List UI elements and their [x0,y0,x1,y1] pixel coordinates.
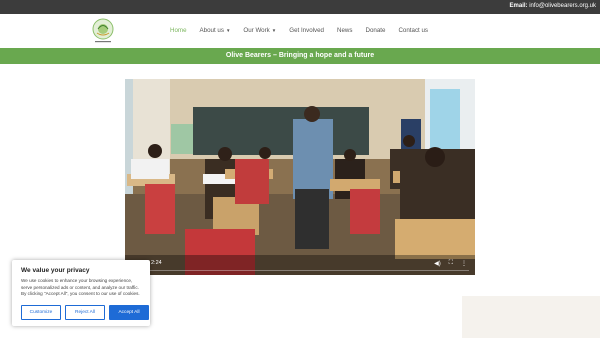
volume-icon[interactable]: ◀) [434,260,441,267]
background-image-fragment [462,296,600,338]
email-label: Email: [509,3,528,9]
nav-our-work[interactable]: Our Work ▼ [243,27,276,34]
nav-label: About us [199,27,224,34]
nav-get-involved[interactable]: Get Involved [289,27,324,34]
nav-about-us[interactable]: About us ▼ [200,27,231,34]
cookie-title: We value your privacy [21,267,90,274]
email-address[interactable]: info@olivebearers.org.uk [529,3,596,9]
nav-label: Contact us [398,27,429,34]
reject-all-button[interactable]: Reject All [65,305,105,320]
nav-home[interactable]: Home [170,27,187,34]
customize-button[interactable]: Customize [21,305,61,320]
banner-title: Olive Bearers – Bringing a hope and a fu… [225,52,375,59]
video-controls: 2:24 ◀) ⛶ ⋮ [125,259,475,275]
nav-label: Donate [365,27,386,34]
nav-label: News [337,27,353,34]
caret-down-icon: ▼ [271,28,277,33]
more-options-icon[interactable]: ⋮ [461,260,467,267]
nav-label: Our Work [243,27,270,34]
olive-bearers-logo[interactable] [89,17,117,45]
main-navigation: Home About us ▼ Our Work ▼ Get Involved Ne… [170,27,441,34]
caret-down-icon: ▼ [225,28,231,33]
nav-donate[interactable]: Donate [365,27,385,34]
nav-label: Home [170,27,187,34]
contact-email[interactable]: Email: info@olivebearers.org.uk [510,3,596,9]
nav-label: Get Involved [289,27,324,34]
cookie-consent-dialog: We value your privacy We use cookies to … [12,260,150,326]
nav-news[interactable]: News [337,27,352,34]
fullscreen-icon[interactable]: ⛶ [449,260,453,267]
classroom-video-frame [125,79,475,275]
hero-banner: Olive Bearers – Bringing a hope and a fu… [0,48,600,64]
control-icons: ◀) ⛶ ⋮ [434,260,467,267]
nav-contact-us[interactable]: Contact us [398,27,428,34]
progress-bar[interactable] [131,269,469,271]
top-bar: Email: info@olivebearers.org.uk [0,0,600,14]
video-time: 2:24 [151,260,162,266]
accept-all-button[interactable]: Accept All [109,305,149,320]
cookie-text: We use cookies to enhance your browsing … [21,278,140,297]
cookie-buttons: Customize Reject All Accept All [21,305,149,320]
site-header: Home About us ▼ Our Work ▼ Get Involved Ne… [0,14,600,48]
video-player[interactable]: 2:24 ◀) ⛶ ⋮ [125,79,475,275]
